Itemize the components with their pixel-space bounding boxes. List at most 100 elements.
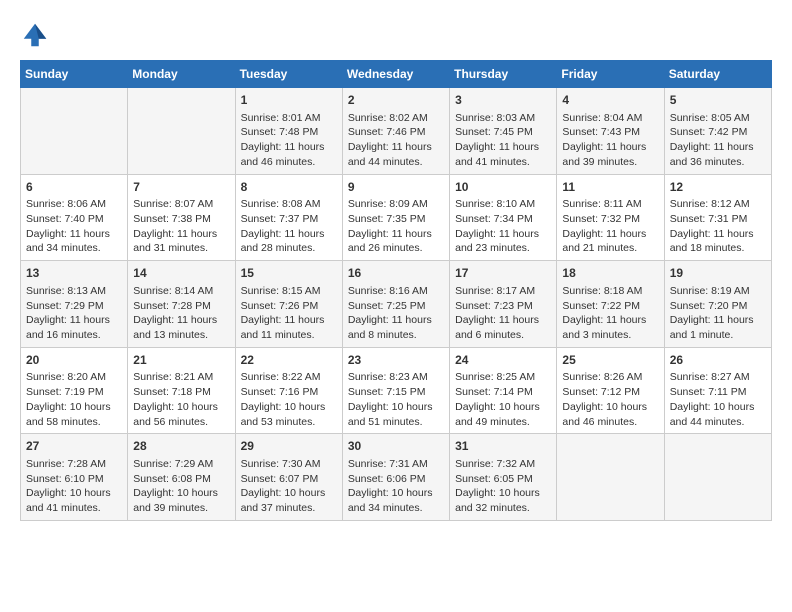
calendar-table: SundayMondayTuesdayWednesdayThursdayFrid… [20,60,772,521]
calendar-cell: 10Sunrise: 8:10 AM Sunset: 7:34 PM Dayli… [450,174,557,261]
calendar-cell: 18 Sunrise: 8:18 AM Sunset: 7:22 PM Dayli… [557,261,664,348]
day-info: Sunrise: 8:08 AM Sunset: 7:37 PM Dayligh… [241,197,337,256]
day-info: Sunrise: 8:06 AM Sunset: 7:40 PM Dayligh… [26,197,122,256]
calendar-cell: 8Sunrise: 8:08 AM Sunset: 7:37 PM Daylig… [235,174,342,261]
calendar-cell: 6Sunrise: 8:06 AM Sunset: 7:40 PM Daylig… [21,174,128,261]
calendar-cell: 27Sunrise: 7:28 AM Sunset: 6:10 PM Dayli… [21,434,128,521]
day-info: Sunrise: 8:16 AM Sunset: 7:25 PM Dayligh… [348,284,444,343]
calendar-cell: 28 Sunrise: 7:29 AM Sunset: 6:08 PM Dayli… [128,434,235,521]
calendar-cell: 20Sunrise: 8:20 AM Sunset: 7:19 PM Dayli… [21,347,128,434]
calendar-cell: 24Sunrise: 8:25 AM Sunset: 7:14 PM Dayli… [450,347,557,434]
day-info: Sunrise: 7:29 AM Sunset: 6:08 PM Dayligh… [133,457,229,516]
calendar-cell: 22Sunrise: 8:22 AM Sunset: 7:16 PM Dayli… [235,347,342,434]
day-info: Sunrise: 7:30 AM Sunset: 6:07 PM Dayligh… [241,457,337,516]
day-number: 6 [26,179,122,196]
calendar-cell: 13 Sunrise: 8:13 AM Sunset: 7:29 PM Dayli… [21,261,128,348]
calendar-header-row: SundayMondayTuesdayWednesdayThursdayFrid… [21,61,772,88]
calendar-cell: 4 Sunrise: 8:04 AM Sunset: 7:43 PM Daylig… [557,88,664,175]
calendar-cell: 5 Sunrise: 8:05 AM Sunset: 7:42 PM Daylig… [664,88,771,175]
day-number: 14 [133,265,229,282]
calendar-cell: 15 Sunrise: 8:15 AM Sunset: 7:26 PM Dayli… [235,261,342,348]
day-number: 27 [26,438,122,455]
day-info: Sunrise: 8:18 AM Sunset: 7:22 PM Dayligh… [562,284,658,343]
day-info: Sunrise: 8:22 AM Sunset: 7:16 PM Dayligh… [241,370,337,429]
day-info: Sunrise: 8:13 AM Sunset: 7:29 PM Dayligh… [26,284,122,343]
logo [20,20,54,50]
day-number: 23 [348,352,444,369]
calendar-cell: 7Sunrise: 8:07 AM Sunset: 7:38 PM Daylig… [128,174,235,261]
day-number: 11 [562,179,658,196]
day-number: 15 [241,265,337,282]
day-number: 16 [348,265,444,282]
day-info: Sunrise: 8:12 AM Sunset: 7:31 PM Dayligh… [670,197,766,256]
calendar-cell: 30 Sunrise: 7:31 AM Sunset: 6:06 PM Dayli… [342,434,449,521]
day-info: Sunrise: 8:25 AM Sunset: 7:14 PM Dayligh… [455,370,551,429]
day-info: Sunrise: 8:03 AM Sunset: 7:45 PM Dayligh… [455,111,551,170]
day-number: 2 [348,92,444,109]
day-number: 22 [241,352,337,369]
day-info: Sunrise: 7:32 AM Sunset: 6:05 PM Dayligh… [455,457,551,516]
calendar-cell: 21Sunrise: 8:21 AM Sunset: 7:18 PM Dayli… [128,347,235,434]
day-number: 26 [670,352,766,369]
day-info: Sunrise: 8:14 AM Sunset: 7:28 PM Dayligh… [133,284,229,343]
day-of-week-header: Thursday [450,61,557,88]
day-of-week-header: Sunday [21,61,128,88]
day-of-week-header: Tuesday [235,61,342,88]
calendar-cell: 16 Sunrise: 8:16 AM Sunset: 7:25 PM Dayli… [342,261,449,348]
calendar-week-row: 20Sunrise: 8:20 AM Sunset: 7:19 PM Dayli… [21,347,772,434]
calendar-week-row: 27Sunrise: 7:28 AM Sunset: 6:10 PM Dayli… [21,434,772,521]
day-number: 19 [670,265,766,282]
calendar-cell: 2 Sunrise: 8:02 AM Sunset: 7:46 PM Daylig… [342,88,449,175]
calendar-cell: 23Sunrise: 8:23 AM Sunset: 7:15 PM Dayli… [342,347,449,434]
calendar-cell: 26Sunrise: 8:27 AM Sunset: 7:11 PM Dayli… [664,347,771,434]
day-info: Sunrise: 8:07 AM Sunset: 7:38 PM Dayligh… [133,197,229,256]
calendar-cell: 31Sunrise: 7:32 AM Sunset: 6:05 PM Dayli… [450,434,557,521]
day-number: 4 [562,92,658,109]
day-number: 29 [241,438,337,455]
day-number: 12 [670,179,766,196]
calendar-cell [21,88,128,175]
day-info: Sunrise: 8:21 AM Sunset: 7:18 PM Dayligh… [133,370,229,429]
day-info: Sunrise: 8:23 AM Sunset: 7:15 PM Dayligh… [348,370,444,429]
calendar-cell: 9Sunrise: 8:09 AM Sunset: 7:35 PM Daylig… [342,174,449,261]
day-info: Sunrise: 8:04 AM Sunset: 7:43 PM Dayligh… [562,111,658,170]
day-info: Sunrise: 8:05 AM Sunset: 7:42 PM Dayligh… [670,111,766,170]
calendar-week-row: 1 Sunrise: 8:01 AM Sunset: 7:48 PM Daylig… [21,88,772,175]
day-of-week-header: Wednesday [342,61,449,88]
day-info: Sunrise: 8:20 AM Sunset: 7:19 PM Dayligh… [26,370,122,429]
calendar-cell: 29 Sunrise: 7:30 AM Sunset: 6:07 PM Dayli… [235,434,342,521]
calendar-cell [557,434,664,521]
day-info: Sunrise: 8:09 AM Sunset: 7:35 PM Dayligh… [348,197,444,256]
day-number: 25 [562,352,658,369]
day-number: 9 [348,179,444,196]
day-number: 10 [455,179,551,196]
day-info: Sunrise: 7:31 AM Sunset: 6:06 PM Dayligh… [348,457,444,516]
day-number: 17 [455,265,551,282]
calendar-cell: 14 Sunrise: 8:14 AM Sunset: 7:28 PM Dayli… [128,261,235,348]
day-number: 18 [562,265,658,282]
day-number: 1 [241,92,337,109]
day-number: 30 [348,438,444,455]
day-number: 8 [241,179,337,196]
day-info: Sunrise: 8:27 AM Sunset: 7:11 PM Dayligh… [670,370,766,429]
day-number: 28 [133,438,229,455]
calendar-cell: 1 Sunrise: 8:01 AM Sunset: 7:48 PM Daylig… [235,88,342,175]
calendar-cell [128,88,235,175]
day-of-week-header: Saturday [664,61,771,88]
day-info: Sunrise: 8:01 AM Sunset: 7:48 PM Dayligh… [241,111,337,170]
day-info: Sunrise: 8:17 AM Sunset: 7:23 PM Dayligh… [455,284,551,343]
day-number: 3 [455,92,551,109]
day-number: 13 [26,265,122,282]
day-info: Sunrise: 8:19 AM Sunset: 7:20 PM Dayligh… [670,284,766,343]
day-info: Sunrise: 8:15 AM Sunset: 7:26 PM Dayligh… [241,284,337,343]
day-number: 7 [133,179,229,196]
calendar-cell: 3 Sunrise: 8:03 AM Sunset: 7:45 PM Daylig… [450,88,557,175]
calendar-week-row: 6Sunrise: 8:06 AM Sunset: 7:40 PM Daylig… [21,174,772,261]
day-info: Sunrise: 8:11 AM Sunset: 7:32 PM Dayligh… [562,197,658,256]
day-info: Sunrise: 8:10 AM Sunset: 7:34 PM Dayligh… [455,197,551,256]
day-number: 5 [670,92,766,109]
calendar-week-row: 13 Sunrise: 8:13 AM Sunset: 7:29 PM Dayli… [21,261,772,348]
day-info: Sunrise: 8:02 AM Sunset: 7:46 PM Dayligh… [348,111,444,170]
calendar-cell: 12Sunrise: 8:12 AM Sunset: 7:31 PM Dayli… [664,174,771,261]
page-header [20,20,772,50]
